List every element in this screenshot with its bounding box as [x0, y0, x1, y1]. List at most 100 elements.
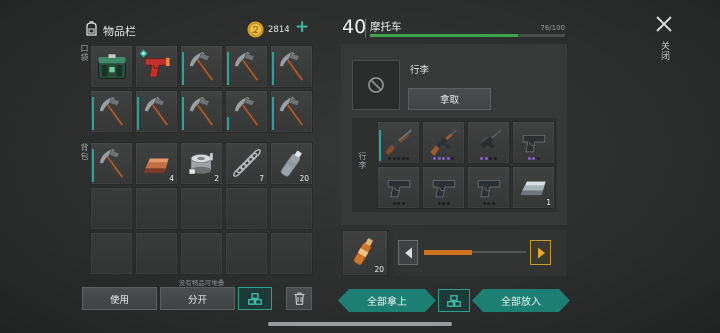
backpack-slot[interactable]: 20 [270, 142, 313, 185]
backpack-grid: 4 2 7 20 [90, 142, 313, 275]
split-button[interactable]: 分开 [160, 287, 235, 310]
mod-slot-dot [392, 157, 396, 160]
backpack-slot[interactable] [135, 187, 178, 230]
backpack-slot[interactable] [135, 232, 178, 275]
pickaxe-icon [184, 48, 220, 84]
pocket-slot[interactable] [270, 90, 313, 133]
pistol-icon [471, 169, 507, 205]
mod-slot-dot [482, 202, 486, 205]
pistol-icon [516, 124, 552, 160]
increase-button[interactable] [530, 240, 551, 265]
pickaxe-icon [274, 93, 310, 129]
item-count: 1 [546, 198, 551, 207]
inventory-title: 物品栏 [103, 25, 136, 38]
backpack-icon [84, 21, 99, 37]
mod-slot-dot [491, 202, 495, 205]
assault-rifle-icon [426, 124, 462, 160]
pocket-slot[interactable] [270, 45, 313, 88]
backpack-slot[interactable]: 4 [135, 142, 178, 185]
mod-slot-dot [536, 157, 540, 160]
pocket-slot[interactable] [180, 90, 223, 133]
mod-slot-dot [401, 202, 405, 205]
green-supply-box-icon [94, 48, 130, 84]
mod-slot-dot [480, 157, 484, 160]
backpack-slot[interactable] [180, 232, 223, 275]
backpack-slot[interactable] [270, 232, 313, 275]
durability-bar [92, 96, 94, 130]
mod-slot-dot [437, 157, 441, 160]
durability-bar [227, 51, 229, 85]
durability-bar [182, 51, 184, 85]
mod-slots [378, 157, 419, 160]
mod-slot-dot [406, 157, 409, 160]
luggage-slot[interactable] [467, 121, 510, 164]
pocket-slot[interactable] [90, 45, 133, 88]
pocket-slot[interactable] [225, 45, 268, 88]
take-all-button[interactable]: 全部拿上 [338, 289, 436, 312]
close-icon[interactable] [655, 15, 673, 33]
luggage-slot[interactable] [467, 166, 510, 209]
vehicle-level: 40 [342, 16, 367, 38]
pocket-slot[interactable] [135, 45, 178, 88]
pocket-slot[interactable] [180, 45, 223, 88]
home-indicator[interactable] [268, 322, 452, 326]
backpack-slot[interactable] [270, 187, 313, 230]
mod-slot-dot [433, 157, 436, 160]
luggage-slot[interactable] [377, 166, 420, 209]
mod-slot-dot [487, 202, 490, 205]
coin-icon [247, 21, 264, 38]
luggage-slot[interactable] [422, 166, 465, 209]
arrange-button[interactable] [238, 287, 272, 310]
mod-slot-dot [401, 157, 405, 160]
backpack-slot[interactable]: 7 [225, 142, 268, 185]
vehicle-durability-text: 76/100 [540, 24, 565, 32]
add-coins-button[interactable]: + [295, 17, 309, 37]
rifle-icon [471, 124, 507, 160]
pickaxe-icon [94, 145, 130, 181]
stack-note: 没有物品可堆叠 [178, 279, 225, 287]
mod-slot-dot [442, 202, 445, 205]
mod-slots [468, 157, 509, 160]
item-count: 7 [259, 174, 264, 183]
decrease-button[interactable] [398, 240, 418, 265]
durability-bar [272, 51, 274, 85]
item-count: 20 [299, 174, 309, 183]
auto-arrange-button[interactable] [438, 289, 470, 312]
pocket-slot[interactable] [135, 90, 178, 133]
coin-balance: 2814 [268, 25, 290, 35]
luggage-slot[interactable]: 1 [512, 166, 555, 209]
luggage-slot[interactable] [422, 121, 465, 164]
mod-slot-dot [388, 157, 391, 160]
pickaxe-icon [274, 48, 310, 84]
chevron-left-icon [404, 247, 413, 259]
pocket-grid [90, 45, 313, 133]
use-button[interactable]: 使用 [82, 287, 157, 310]
close-label[interactable]: 关闭 [658, 41, 671, 61]
luggage-slot[interactable] [512, 121, 555, 164]
transfer-slider-fill [424, 249, 472, 255]
backpack-slot[interactable] [90, 142, 133, 185]
durability-bar [182, 96, 184, 130]
pickaxe-icon [139, 93, 175, 129]
luggage-slot[interactable] [377, 121, 420, 164]
pocket-slot[interactable] [225, 90, 268, 133]
mod-slot-dot [392, 202, 396, 205]
transfer-count: 20 [374, 265, 384, 274]
vehicle-name: 摩托车 [370, 21, 402, 33]
put-all-button[interactable]: 全部放入 [472, 289, 570, 312]
backpack-slot[interactable] [90, 187, 133, 230]
no-entry-icon [367, 76, 385, 94]
transfer-slider[interactable] [424, 249, 526, 255]
take-button[interactable]: 拿取 [408, 88, 491, 110]
backpack-slot[interactable]: 2 [180, 142, 223, 185]
pocket-slot[interactable] [90, 90, 133, 133]
trash-button[interactable] [286, 287, 312, 310]
durability-bar [272, 96, 274, 130]
backpack-slot[interactable] [180, 187, 223, 230]
backpack-slot[interactable] [90, 232, 133, 275]
backpack-slot[interactable] [225, 232, 268, 275]
luggage-equip-slot[interactable] [352, 60, 400, 110]
backpack-slot[interactable] [225, 187, 268, 230]
pickaxe-icon [184, 93, 220, 129]
transfer-item-slot[interactable]: 20 [342, 230, 388, 276]
